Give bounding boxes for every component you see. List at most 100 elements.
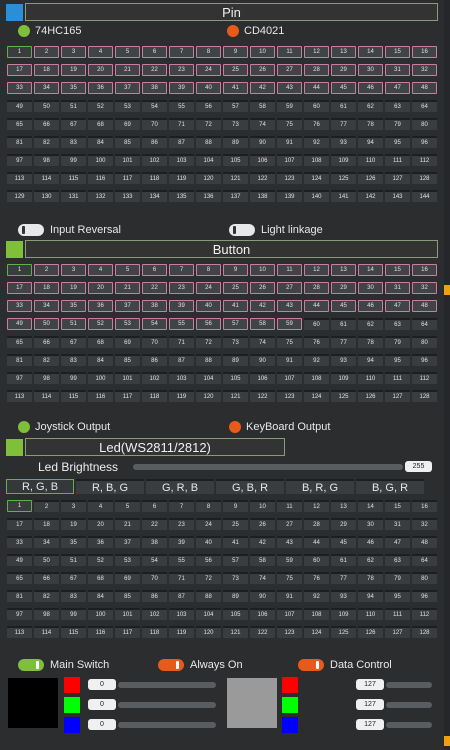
- pin-cell-2[interactable]: 2: [34, 500, 59, 512]
- pin-cell-113[interactable]: 113: [7, 390, 32, 402]
- pin-cell-72[interactable]: 72: [196, 118, 221, 130]
- pin-cell-60[interactable]: 60: [304, 554, 329, 566]
- pin-cell-34[interactable]: 34: [34, 300, 59, 312]
- pin-cell-95[interactable]: 95: [385, 136, 410, 148]
- pin-cell-20[interactable]: 20: [88, 64, 113, 76]
- pin-cell-39[interactable]: 39: [169, 300, 194, 312]
- pin-cell-47[interactable]: 47: [385, 82, 410, 94]
- pin-cell-9[interactable]: 9: [223, 264, 248, 276]
- order-tab-3[interactable]: G, B, R: [216, 479, 284, 494]
- pin-cell-12[interactable]: 12: [304, 500, 329, 512]
- scrollbar-thumb[interactable]: [444, 736, 450, 746]
- radio-cd4021[interactable]: CD4021: [227, 25, 284, 37]
- pin-cell-107[interactable]: 107: [277, 372, 302, 384]
- pin-cell-34[interactable]: 34: [34, 82, 59, 94]
- pin-cell-30[interactable]: 30: [358, 64, 383, 76]
- pin-cell-101[interactable]: 101: [115, 372, 140, 384]
- pin-cell-24[interactable]: 24: [196, 518, 221, 530]
- pin-cell-99[interactable]: 99: [61, 608, 86, 620]
- pin-cell-1[interactable]: 1: [7, 46, 32, 58]
- pin-cell-58[interactable]: 58: [250, 100, 275, 112]
- pin-cell-48[interactable]: 48: [412, 536, 437, 548]
- pin-cell-81[interactable]: 81: [7, 136, 32, 148]
- pin-cell-83[interactable]: 83: [61, 590, 86, 602]
- pin-cell-64[interactable]: 64: [412, 100, 437, 112]
- pin-cell-124[interactable]: 124: [304, 390, 329, 402]
- scrollbar-thumb[interactable]: [444, 285, 450, 295]
- pin-cell-61[interactable]: 61: [331, 318, 356, 330]
- pin-cell-118[interactable]: 118: [142, 626, 167, 638]
- pin-cell-40[interactable]: 40: [196, 536, 221, 548]
- pin-cell-27[interactable]: 27: [277, 282, 302, 294]
- pin-cell-87[interactable]: 87: [169, 136, 194, 148]
- pin-cell-88[interactable]: 88: [196, 136, 221, 148]
- pin-cell-141[interactable]: 141: [331, 190, 356, 202]
- pin-cell-73[interactable]: 73: [223, 336, 248, 348]
- pin-cell-3[interactable]: 3: [61, 500, 86, 512]
- pin-cell-114[interactable]: 114: [34, 172, 59, 184]
- pin-cell-111[interactable]: 111: [385, 608, 410, 620]
- pin-cell-112[interactable]: 112: [412, 372, 437, 384]
- pin-cell-72[interactable]: 72: [196, 336, 221, 348]
- pin-cell-8[interactable]: 8: [196, 46, 221, 58]
- pin-cell-120[interactable]: 120: [196, 626, 221, 638]
- pin-cell-79[interactable]: 79: [385, 572, 410, 584]
- pin-cell-81[interactable]: 81: [7, 354, 32, 366]
- pin-cell-81[interactable]: 81: [7, 590, 32, 602]
- pin-cell-85[interactable]: 85: [115, 354, 140, 366]
- pin-cell-114[interactable]: 114: [34, 390, 59, 402]
- channel-value[interactable]: 0: [88, 679, 116, 690]
- pin-cell-33[interactable]: 33: [7, 536, 32, 548]
- pin-cell-96[interactable]: 96: [412, 136, 437, 148]
- pin-cell-24[interactable]: 24: [196, 282, 221, 294]
- pin-cell-89[interactable]: 89: [223, 136, 248, 148]
- pin-cell-57[interactable]: 57: [223, 318, 248, 330]
- pin-cell-19[interactable]: 19: [61, 282, 86, 294]
- pin-cell-90[interactable]: 90: [250, 590, 275, 602]
- order-tab-4[interactable]: B, R, G: [286, 479, 354, 494]
- pin-cell-67[interactable]: 67: [61, 572, 86, 584]
- pin-cell-46[interactable]: 46: [358, 536, 383, 548]
- pin-cell-111[interactable]: 111: [385, 154, 410, 166]
- pin-cell-66[interactable]: 66: [34, 118, 59, 130]
- pin-cell-91[interactable]: 91: [277, 590, 302, 602]
- pin-cell-76[interactable]: 76: [304, 118, 329, 130]
- pin-cell-85[interactable]: 85: [115, 590, 140, 602]
- pin-cell-37[interactable]: 37: [115, 82, 140, 94]
- pin-cell-73[interactable]: 73: [223, 118, 248, 130]
- pin-cell-24[interactable]: 24: [196, 64, 221, 76]
- pin-cell-143[interactable]: 143: [385, 190, 410, 202]
- pin-cell-29[interactable]: 29: [331, 518, 356, 530]
- pin-cell-40[interactable]: 40: [196, 300, 221, 312]
- pin-cell-18[interactable]: 18: [34, 282, 59, 294]
- toggle-data-control[interactable]: Data Control: [298, 659, 392, 671]
- channel-slider[interactable]: [118, 722, 216, 728]
- pin-cell-45[interactable]: 45: [331, 82, 356, 94]
- pin-cell-116[interactable]: 116: [88, 626, 113, 638]
- pin-cell-119[interactable]: 119: [169, 626, 194, 638]
- pin-cell-127[interactable]: 127: [385, 172, 410, 184]
- pin-cell-4[interactable]: 4: [88, 46, 113, 58]
- pin-cell-126[interactable]: 126: [358, 626, 383, 638]
- pin-cell-70[interactable]: 70: [142, 336, 167, 348]
- pin-cell-120[interactable]: 120: [196, 390, 221, 402]
- pin-cell-27[interactable]: 27: [277, 518, 302, 530]
- pin-cell-5[interactable]: 5: [115, 46, 140, 58]
- pin-cell-103[interactable]: 103: [169, 372, 194, 384]
- pin-cell-44[interactable]: 44: [304, 82, 329, 94]
- pin-cell-9[interactable]: 9: [223, 500, 248, 512]
- pin-cell-116[interactable]: 116: [88, 172, 113, 184]
- pin-cell-99[interactable]: 99: [61, 372, 86, 384]
- pin-cell-102[interactable]: 102: [142, 608, 167, 620]
- pin-cell-124[interactable]: 124: [304, 172, 329, 184]
- pin-cell-98[interactable]: 98: [34, 154, 59, 166]
- pin-cell-116[interactable]: 116: [88, 390, 113, 402]
- pin-cell-80[interactable]: 80: [412, 118, 437, 130]
- pin-cell-44[interactable]: 44: [304, 300, 329, 312]
- pin-cell-54[interactable]: 54: [142, 318, 167, 330]
- brightness-slider[interactable]: [133, 464, 403, 470]
- pin-cell-15[interactable]: 15: [385, 46, 410, 58]
- pin-cell-77[interactable]: 77: [331, 336, 356, 348]
- channel-value[interactable]: 0: [88, 719, 116, 730]
- pin-cell-13[interactable]: 13: [331, 46, 356, 58]
